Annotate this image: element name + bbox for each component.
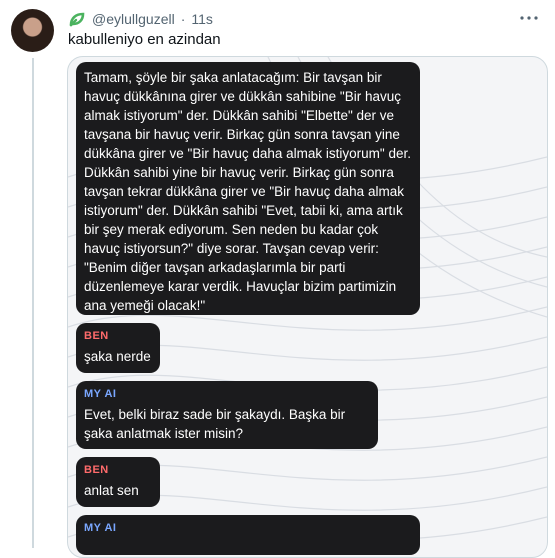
user-message: BEN şaka nerde <box>76 323 160 373</box>
ai-joke-text: Tamam, şöyle bir şaka anlatacağım: Bir t… <box>84 70 411 313</box>
post-media[interactable]: Tamam, şöyle bir şaka anlatacağım: Bir t… <box>67 56 548 558</box>
message-text: şaka nerde <box>84 349 151 364</box>
user-message: BEN anlat sen <box>76 457 160 507</box>
avatar[interactable] <box>11 9 54 52</box>
ai-message: MY AI Evet, belki biraz sade bir şakaydı… <box>76 381 378 449</box>
message-text: Evet, belki biraz sade bir şakaydı. Başk… <box>84 407 346 441</box>
more-dots-icon[interactable] <box>519 8 539 28</box>
message-text: anlat sen <box>84 483 139 498</box>
sprout-badge-icon <box>68 10 86 28</box>
ai-joke-message: Tamam, şöyle bir şaka anlatacağım: Bir t… <box>76 62 420 315</box>
separator-dot: · <box>180 11 186 27</box>
sender-label: MY AI <box>84 388 117 400</box>
sender-label: BEN <box>84 464 109 476</box>
user-handle[interactable]: @eylullguzell <box>92 11 175 27</box>
sender-label: MY AI <box>84 522 117 534</box>
post-time[interactable]: 11s <box>191 11 213 27</box>
ai-message: MY AI <box>76 515 420 555</box>
sender-label: BEN <box>84 330 109 342</box>
thread-line <box>32 58 34 548</box>
post-text: kabulleniyo en azindan <box>68 31 221 48</box>
post-header: @eylullguzell · 11s <box>68 9 213 29</box>
